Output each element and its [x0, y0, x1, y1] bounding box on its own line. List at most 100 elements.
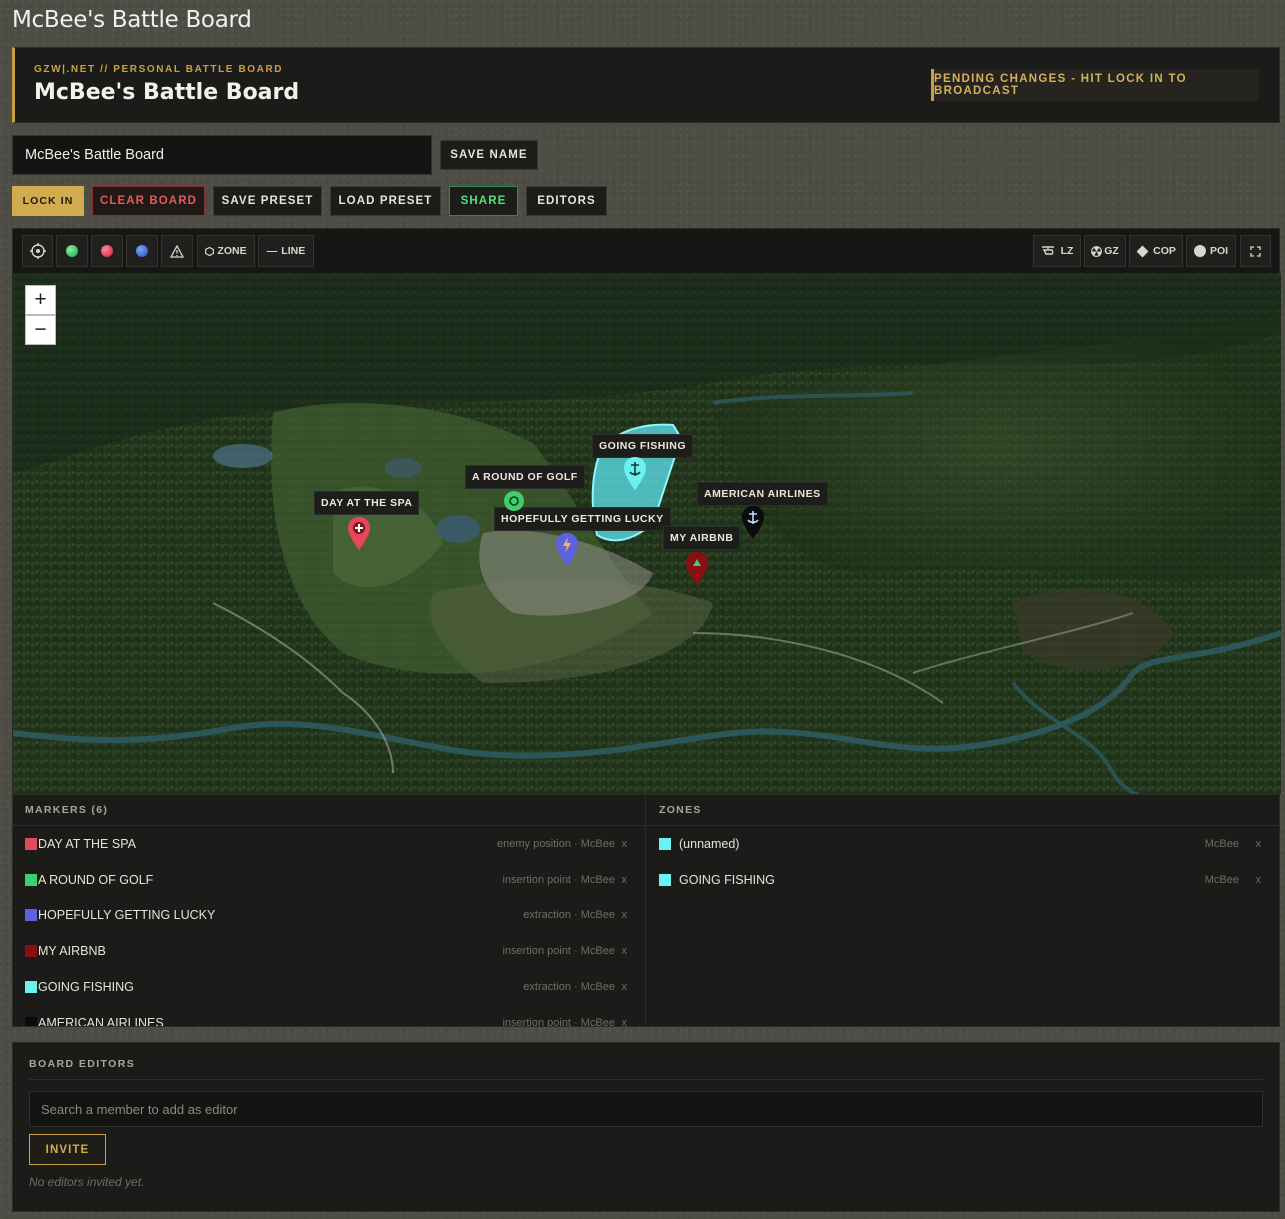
board-lists: MARKERS (6) DAY AT THE SPA enemy position… [12, 794, 1280, 1027]
color-swatch [25, 837, 37, 850]
header-title: McBee's Battle Board [34, 80, 300, 105]
satellite-map[interactable]: + − GOING FISHING A ROUND OF GOLF DAY AT… [13, 273, 1281, 794]
row-meta: extraction · McBee [523, 909, 615, 922]
fullscreen-icon [1250, 245, 1261, 257]
circle-icon [1193, 245, 1206, 257]
poi-tool[interactable]: POI [1186, 235, 1236, 267]
lz-tool[interactable]: LZ [1033, 235, 1081, 267]
cop-tool[interactable]: COP [1129, 235, 1183, 267]
color-swatch [25, 873, 37, 886]
marker-row[interactable]: MY AIRBNB insertion point · McBee x [13, 933, 645, 969]
color-swatch [659, 837, 671, 850]
zones-column: ZONES (unnamed) McBee x GOING FISHING McBee x [647, 795, 1279, 1026]
zone-row[interactable]: (unnamed) McBee x [647, 826, 1279, 862]
red-marker-tool[interactable] [91, 235, 123, 267]
getting-lucky-marker[interactable] [554, 532, 580, 568]
row-name: GOING FISHING [679, 872, 775, 887]
clear-board-button[interactable]: CLEAR BOARD [92, 186, 205, 216]
color-swatch [659, 873, 671, 886]
line-tool-label: LINE [281, 245, 306, 257]
map-panel: ZONE — LINE LZ GZ COP POI + − GOING FISH… [12, 228, 1281, 794]
remove-button[interactable]: x [622, 981, 628, 993]
red-dot-icon [101, 245, 113, 257]
color-swatch [25, 1016, 37, 1026]
zones-heading: ZONES [647, 795, 1279, 826]
line-dash-icon: — [266, 245, 278, 257]
row-name: DAY AT THE SPA [38, 836, 136, 851]
blue-marker-tool[interactable] [126, 235, 158, 267]
crosshair-icon [29, 243, 46, 259]
header-subtitle: GZW|.NET // PERSONAL BATTLE BOARD [34, 64, 284, 75]
going-fishing-marker[interactable] [622, 456, 648, 492]
editors-title: BOARD EDITORS [29, 1058, 136, 1070]
lock-in-button[interactable]: LOCK IN [12, 186, 84, 216]
helicopter-icon [1041, 246, 1054, 255]
day-at-spa-marker[interactable] [346, 516, 372, 552]
radiation-icon [1091, 245, 1103, 257]
day-at-spa-label: DAY AT THE SPA [314, 491, 420, 515]
row-name: A ROUND OF GOLF [38, 872, 154, 887]
marker-row[interactable]: A ROUND OF GOLF insertion point · McBee x [13, 862, 645, 898]
row-name: GOING FISHING [38, 980, 134, 995]
save-name-button[interactable]: SAVE NAME [440, 140, 538, 170]
warning-marker-tool[interactable] [161, 235, 193, 267]
color-swatch [25, 981, 37, 994]
board-name-input[interactable] [12, 135, 432, 175]
board-header: GZW|.NET // PERSONAL BATTLE BOARD McBee'… [12, 47, 1280, 123]
editor-search-input[interactable] [29, 1091, 1263, 1127]
pending-changes-badge: PENDING CHANGES - HIT LOCK IN TO BROADCA… [931, 69, 1259, 101]
zoom-in-button[interactable]: + [25, 285, 56, 315]
marker-row[interactable]: DAY AT THE SPA enemy position · McBee x [13, 826, 645, 862]
marker-row[interactable]: HOPEFULLY GETTING LUCKY extraction · McBe… [13, 898, 645, 934]
zone-row[interactable]: GOING FISHING McBee x [647, 862, 1279, 898]
row-meta: McBee [1204, 837, 1239, 850]
remove-button[interactable]: x [622, 909, 628, 921]
my-airbnb-marker[interactable] [684, 551, 710, 587]
row-meta: insertion point · McBee [502, 873, 616, 886]
board-editors-panel: BOARD EDITORS INVITE No editors invited … [12, 1042, 1280, 1212]
line-tool[interactable]: — LINE [258, 235, 314, 267]
diamond-icon [1136, 245, 1149, 257]
editors-button[interactable]: EDITORS [526, 186, 607, 216]
row-name: MY AIRBNB [38, 944, 106, 959]
hexagon-icon [205, 246, 215, 256]
fullscreen-tool[interactable] [1240, 235, 1271, 267]
gz-tool[interactable]: GZ [1084, 235, 1126, 267]
remove-button[interactable]: x [1256, 874, 1262, 886]
remove-button[interactable]: x [622, 1017, 628, 1026]
green-marker-tool[interactable] [56, 235, 88, 267]
zone-tool-label: ZONE [217, 245, 247, 257]
going-fishing-label: GOING FISHING [592, 434, 694, 458]
marker-row[interactable]: GOING FISHING extraction · McBee x [13, 969, 645, 1005]
terrain-imagery [13, 273, 1281, 794]
remove-button[interactable]: x [622, 838, 628, 850]
invite-button[interactable]: INVITE [29, 1134, 106, 1165]
row-meta: insertion point · McBee [502, 1016, 616, 1026]
row-name: (unnamed) [679, 836, 740, 851]
remove-button[interactable]: x [622, 874, 628, 886]
remove-button[interactable]: x [622, 945, 628, 957]
map-toolbar: ZONE — LINE LZ GZ COP POI [13, 229, 1279, 273]
crosshair-tool[interactable] [22, 235, 53, 267]
marker-row[interactable]: AMERICAN AIRLINES insertion point · McBee… [13, 1005, 645, 1026]
poi-label: POI [1209, 245, 1229, 257]
zone-tool[interactable]: ZONE [197, 235, 255, 267]
american-airlines-marker[interactable] [740, 505, 766, 541]
window-title: McBee's Battle Board [12, 7, 252, 33]
share-button[interactable]: SHARE [449, 186, 518, 216]
color-swatch [25, 909, 37, 922]
row-name: AMERICAN AIRLINES [38, 1015, 164, 1026]
gz-label: GZ [1104, 245, 1119, 257]
divider [29, 1079, 1263, 1080]
row-meta: insertion point · McBee [502, 945, 616, 958]
markers-heading: MARKERS (6) [13, 795, 645, 826]
row-name: HOPEFULLY GETTING LUCKY [38, 908, 216, 923]
round-of-golf-marker[interactable] [502, 489, 526, 513]
remove-button[interactable]: x [1256, 838, 1262, 850]
save-preset-button[interactable]: SAVE PRESET [213, 186, 322, 216]
green-dot-icon [66, 245, 78, 257]
load-preset-button[interactable]: LOAD PRESET [330, 186, 441, 216]
zoom-out-button[interactable]: − [25, 315, 56, 345]
markers-column: MARKERS (6) DAY AT THE SPA enemy position… [13, 795, 646, 1026]
blue-dot-icon [136, 245, 148, 257]
